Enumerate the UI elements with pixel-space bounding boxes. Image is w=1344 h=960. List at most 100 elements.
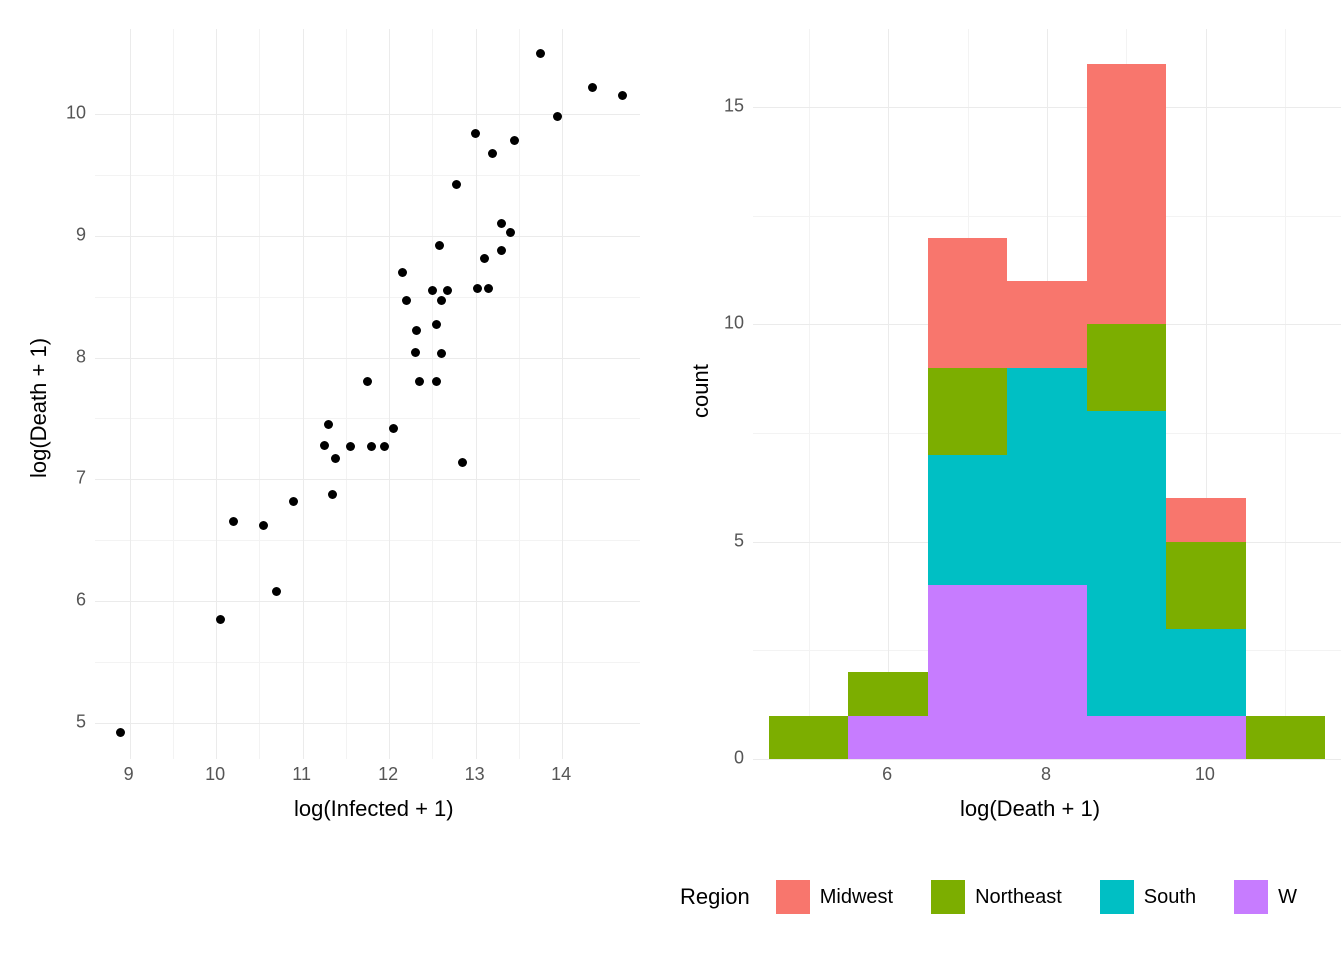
scatter-point [229,517,238,526]
x-axis-text: log(Infected + 1) [294,796,454,821]
grid-line [303,29,304,759]
scatter-point [289,497,298,506]
bar-segment-west [1007,585,1086,759]
legend-key-icon [1234,880,1268,914]
y-tick-label: 10 [710,313,744,334]
hist-x-axis-text: log(Death + 1) [960,796,1100,821]
legend-item-w: W [1234,880,1297,914]
figure-container: log(Death + 1) log(Infected + 1) 9101112… [0,0,1344,960]
legend-key-icon [776,880,810,914]
legend-item-south: South [1100,880,1196,914]
scatter-point [497,246,506,255]
scatter-point [346,442,355,451]
y-tick-label: 15 [710,96,744,117]
x-tick-label: 8 [1041,764,1051,785]
bar-segment-south [1166,629,1245,716]
scatter-point [553,112,562,121]
legend-title: Region [680,884,750,910]
bar-segment-midwest [1087,64,1166,325]
y-tick-label: 6 [56,589,86,610]
scatter-point [432,377,441,386]
histogram-panel: count log(Death + 1) 6810051015 [680,18,1340,828]
legend-item-northeast: Northeast [931,880,1062,914]
grid-line [888,29,889,759]
scatter-point [497,219,506,228]
x-tick-label: 9 [124,764,134,785]
scatter-point [536,49,545,58]
scatter-point [618,91,627,100]
legend-label: W [1278,886,1297,909]
grid-line [95,297,640,298]
bar-segment-west [848,716,927,759]
bar-segment-west [1087,716,1166,759]
grid-line [346,29,347,759]
scatter-point [432,320,441,329]
grid-line [519,29,520,759]
x-tick-label: 10 [205,764,225,785]
scatter-point [506,228,515,237]
x-tick-label: 13 [465,764,485,785]
scatter-point [324,420,333,429]
bar-segment-south [928,455,1007,585]
grid-line [95,418,640,419]
y-tick-label: 9 [56,224,86,245]
scatter-point [320,441,329,450]
legend-label: Northeast [975,886,1062,909]
scatter-point [328,490,337,499]
bar-segment-northeast [769,716,848,759]
scatter-plot-area [94,28,641,760]
scatter-point [331,454,340,463]
scatter-point [452,180,461,189]
scatter-point [473,284,482,293]
x-tick-label: 10 [1195,764,1215,785]
bar-segment-northeast [928,368,1007,455]
bar-segment-midwest [1007,281,1086,368]
grid-line [95,479,640,480]
grid-line [173,29,174,759]
legend-key-icon [931,880,965,914]
scatter-point [259,521,268,530]
scatter-point [510,136,519,145]
grid-line [562,29,563,759]
scatter-point [380,442,389,451]
bar-segment-west [928,585,1007,759]
scatter-point [411,348,420,357]
grid-line [95,662,640,663]
legend-label: South [1144,886,1196,909]
legend-item-midwest: Midwest [776,880,893,914]
scatter-point [443,286,452,295]
grid-line [432,29,433,759]
scatter-point [363,377,372,386]
bar-segment-south [1087,411,1166,715]
scatter-point [116,728,125,737]
scatter-point [435,241,444,250]
grid-line [259,29,260,759]
grid-line [95,540,640,541]
y-axis-text: log(Death + 1) [26,338,51,478]
grid-line [95,175,640,176]
grid-line [476,29,477,759]
scatter-panel: log(Death + 1) log(Infected + 1) 9101112… [14,18,654,828]
scatter-point [484,284,493,293]
scatter-point [272,587,281,596]
bar-segment-northeast [848,672,927,715]
scatter-point [412,326,421,335]
bar-segment-northeast [1087,324,1166,411]
scatter-point [471,129,480,138]
scatter-point [402,296,411,305]
scatter-point [216,615,225,624]
hist-x-axis-label: log(Death + 1) [960,796,1100,822]
y-tick-label: 5 [710,530,744,551]
grid-line [95,236,640,237]
bar-segment-midwest [1166,498,1245,541]
x-tick-label: 14 [551,764,571,785]
y-tick-label: 10 [56,103,86,124]
grid-line [95,358,640,359]
scatter-point [458,458,467,467]
hist-y-axis-text: count [688,364,713,418]
x-tick-label: 12 [378,764,398,785]
region-legend: Region Midwest Northeast South W [680,880,1344,914]
histogram-plot-area [752,28,1342,760]
y-tick-label: 7 [56,468,86,489]
x-tick-label: 6 [882,764,892,785]
